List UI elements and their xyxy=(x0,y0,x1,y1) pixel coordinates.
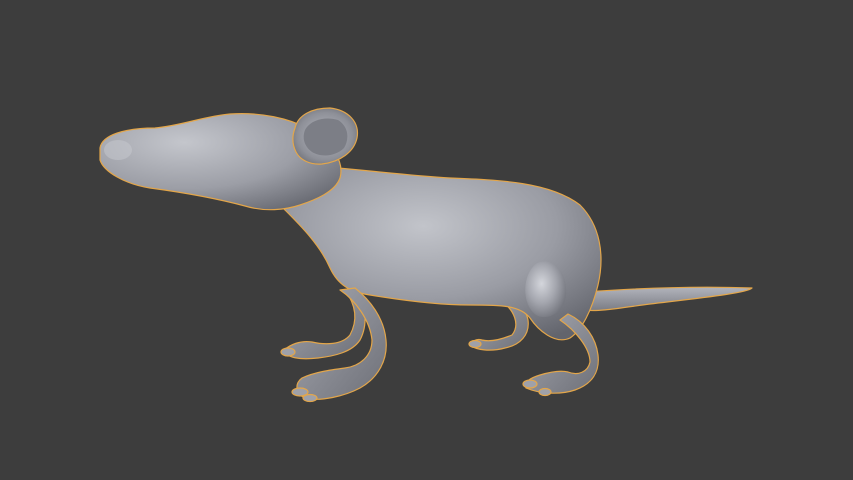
rat-tail[interactable] xyxy=(584,286,753,312)
rat-model[interactable] xyxy=(0,0,853,480)
rat-ear-inner xyxy=(303,118,348,156)
rat-mesh[interactable] xyxy=(99,107,753,403)
3d-viewport[interactable] xyxy=(0,0,853,480)
rat-nose-highlight xyxy=(104,140,132,160)
